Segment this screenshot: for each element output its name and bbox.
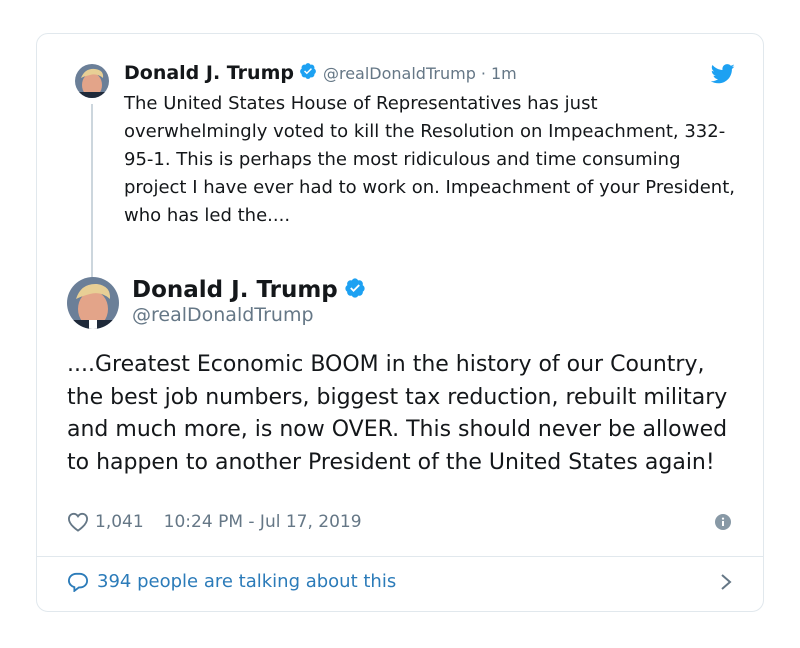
twitter-bird-icon[interactable]: [710, 64, 735, 84]
separator-dot: ·: [480, 63, 486, 83]
main-author-handle[interactable]: @realDonaldTrump: [132, 304, 314, 326]
parent-tweet-text: The United States House of Representativ…: [124, 93, 735, 226]
speech-bubble-icon: [67, 572, 89, 593]
info-icon[interactable]: [715, 514, 731, 530]
main-avatar[interactable]: [67, 277, 119, 329]
parent-timestamp[interactable]: 1m: [491, 64, 517, 83]
thread-line: [91, 104, 93, 304]
chevron-right-icon[interactable]: [719, 573, 733, 591]
talking-label: 394 people are talking about this: [97, 571, 397, 592]
heart-icon[interactable]: [67, 512, 89, 532]
like-count[interactable]: 1,041: [95, 512, 144, 532]
tweet-meta-row: 1,041 10:24 PM - Jul 17, 2019: [67, 512, 733, 532]
parent-avatar[interactable]: [75, 64, 109, 98]
parent-author-handle[interactable]: @realDonaldTrump: [323, 64, 476, 83]
tweet-timestamp[interactable]: 10:24 PM - Jul 17, 2019: [164, 512, 362, 532]
footer-divider: [37, 556, 763, 557]
parent-author-name[interactable]: Donald J. Trump: [124, 62, 294, 84]
verified-badge-icon: [299, 62, 317, 84]
main-author-row: Donald J. Trump: [132, 277, 366, 303]
main-tweet-text: ....Greatest Economic BOOM in the histor…: [67, 352, 728, 475]
verified-badge-icon: [344, 277, 366, 303]
parent-header: Donald J. Trump @realDonaldTrump · 1m: [124, 62, 517, 84]
main-author-name[interactable]: Donald J. Trump: [132, 277, 338, 303]
conversation-link[interactable]: 394 people are talking about this: [67, 571, 733, 593]
embedded-tweet-card: Donald J. Trump @realDonaldTrump · 1m Th…: [36, 33, 764, 612]
